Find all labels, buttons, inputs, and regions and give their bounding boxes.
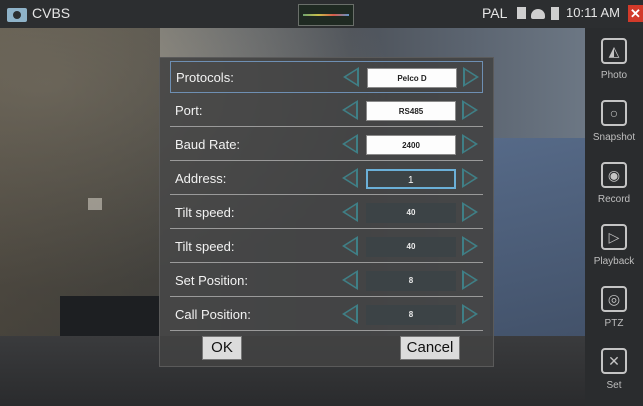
status-bar: CVBS PAL 10:11 AM ✕ <box>0 0 643 28</box>
call-position-value[interactable]: 8 <box>366 305 456 325</box>
tilt-speed-2-next-arrow-icon[interactable] <box>462 236 478 256</box>
tilt-speed-row-2: Tilt speed: 40 <box>170 231 483 263</box>
record-button[interactable]: ◉ Record <box>585 154 643 216</box>
clock: 10:11 AM <box>566 5 620 20</box>
port-value[interactable]: RS485 <box>366 101 456 121</box>
call-position-label: Call Position: <box>175 307 251 322</box>
call-position-prev-arrow-icon[interactable] <box>342 304 358 324</box>
tilt-speed-row: Tilt speed: 40 <box>170 197 483 229</box>
baud-rate-value[interactable]: 2400 <box>366 135 456 155</box>
set-label: Set <box>606 380 622 391</box>
camera-app-icon <box>7 8 27 22</box>
baud-rate-next-arrow-icon[interactable] <box>462 134 478 154</box>
protocols-label: Protocols: <box>176 70 234 85</box>
ok-button[interactable]: OK <box>202 336 242 360</box>
ptz-label: PTZ <box>604 318 624 329</box>
tilt-speed-next-arrow-icon[interactable] <box>462 202 478 222</box>
signal-meter-icon <box>298 4 354 26</box>
address-row: Address: 1 <box>170 163 483 195</box>
tilt-speed-2-prev-arrow-icon[interactable] <box>342 236 358 256</box>
settings-tools-icon: ✕ <box>601 348 627 374</box>
playback-button[interactable]: ▷ Playback <box>585 216 643 278</box>
port-row: Port: RS485 <box>170 95 483 127</box>
tilt-speed-prev-arrow-icon[interactable] <box>342 202 358 222</box>
protocols-next-arrow-icon[interactable] <box>463 67 479 87</box>
battery-icon <box>551 7 559 20</box>
photo-label: Photo <box>600 70 628 81</box>
set-position-prev-arrow-icon[interactable] <box>342 270 358 290</box>
wifi-icon <box>531 9 545 19</box>
playback-icon: ▷ <box>601 224 627 250</box>
photo-icon: ◭ <box>601 38 627 64</box>
record-label: Record <box>597 194 631 205</box>
video-mode: PAL <box>482 5 508 21</box>
port-prev-arrow-icon[interactable] <box>342 100 358 120</box>
close-icon[interactable]: ✕ <box>628 5 643 22</box>
camera-icon: ○ <box>601 100 627 126</box>
ptz-button[interactable]: ◎ PTZ <box>585 278 643 340</box>
address-prev-arrow-icon[interactable] <box>342 168 358 188</box>
scene-wall-plate <box>88 198 102 210</box>
tilt-speed-label: Tilt speed: <box>175 205 235 220</box>
ptz-camera-icon: ◎ <box>601 286 627 312</box>
call-position-row: Call Position: 8 <box>170 299 483 331</box>
port-next-arrow-icon[interactable] <box>462 100 478 120</box>
tilt-speed-value-2[interactable]: 40 <box>366 237 456 257</box>
baud-rate-label: Baud Rate: <box>175 137 241 152</box>
scene-file-tray <box>490 138 585 368</box>
video-record-icon: ◉ <box>601 162 627 188</box>
source-title: CVBS <box>32 5 71 21</box>
address-input[interactable]: 1 <box>366 169 456 189</box>
sidebar: ◭ Photo ○ Snapshot ◉ Record ▷ Playback ◎… <box>585 28 643 406</box>
set-button[interactable]: ✕ Set <box>585 340 643 402</box>
cancel-button[interactable]: Cancel <box>400 336 460 360</box>
protocols-value[interactable]: Pelco D <box>367 68 457 88</box>
photo-button[interactable]: ◭ Photo <box>585 30 643 92</box>
baud-rate-row: Baud Rate: 2400 <box>170 129 483 161</box>
set-position-next-arrow-icon[interactable] <box>462 270 478 290</box>
address-next-arrow-icon[interactable] <box>462 168 478 188</box>
playback-label: Playback <box>593 256 635 267</box>
port-label: Port: <box>175 103 203 118</box>
protocols-row: Protocols: Pelco D <box>170 61 483 93</box>
ptz-settings-dialog: Protocols: Pelco D Port: RS485 Baud Rate… <box>159 57 494 367</box>
address-label: Address: <box>175 171 227 186</box>
protocols-prev-arrow-icon[interactable] <box>343 67 359 87</box>
call-position-next-arrow-icon[interactable] <box>462 304 478 324</box>
set-position-value[interactable]: 8 <box>366 271 456 291</box>
set-position-row: Set Position: 8 <box>170 265 483 297</box>
set-position-label: Set Position: <box>175 273 248 288</box>
baud-rate-prev-arrow-icon[interactable] <box>342 134 358 154</box>
snapshot-label: Snapshot <box>592 132 636 143</box>
sd-card-icon <box>517 7 526 19</box>
tilt-speed-label-2: Tilt speed: <box>175 239 235 254</box>
snapshot-button[interactable]: ○ Snapshot <box>585 92 643 154</box>
tilt-speed-value[interactable]: 40 <box>366 203 456 223</box>
